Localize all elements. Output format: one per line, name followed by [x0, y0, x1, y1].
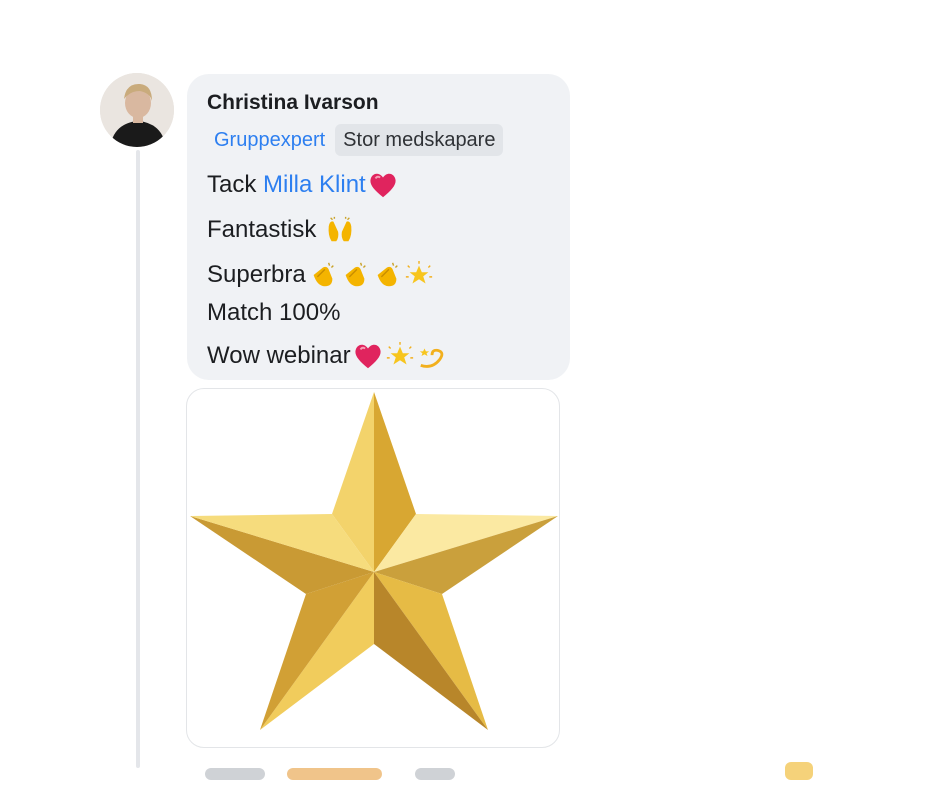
- clapping-hands-icon: [372, 260, 402, 290]
- author-badges: Gruppexpert Stor medskapare: [212, 124, 552, 156]
- reply-thread-line: [136, 150, 140, 768]
- raising-hands-icon: [325, 215, 355, 245]
- comment-author-name[interactable]: Christina Ivarson: [207, 90, 552, 116]
- mention-link[interactable]: Milla Klint: [263, 170, 366, 200]
- comment-line-5: Wow webinar: [207, 341, 552, 371]
- red-heart-icon: [368, 170, 398, 200]
- superbra-text: Superbra: [207, 261, 306, 288]
- next-comment-cutoff: [205, 760, 825, 788]
- attached-image[interactable]: [186, 388, 560, 748]
- fantastisk-text: Fantastisk: [207, 216, 324, 243]
- wow-webinar-text: Wow webinar: [207, 342, 351, 369]
- comment-line-4: Match 100%: [207, 299, 341, 326]
- comment-line-1: Tack Milla Klint: [207, 170, 552, 200]
- red-heart-icon: [353, 341, 383, 371]
- comment-bubble: Christina Ivarson Gruppexpert Stor medsk…: [187, 74, 570, 380]
- clapping-hands-icon: [340, 260, 370, 290]
- comment-line-2: Fantastisk: [207, 215, 552, 245]
- group-expert-badge[interactable]: Gruppexpert: [212, 124, 329, 156]
- clapping-hands-icon: [308, 260, 338, 290]
- top-contributor-badge[interactable]: Stor medskapare: [335, 124, 504, 156]
- dizzy-icon: [417, 341, 447, 371]
- glowing-star-icon: [404, 260, 434, 290]
- comment-line-3: Superbra: [207, 260, 552, 290]
- author-avatar[interactable]: [100, 73, 174, 147]
- avatar-photo: [100, 73, 174, 147]
- glowing-star-icon: [385, 341, 415, 371]
- gold-star-icon: [190, 392, 558, 730]
- thanks-text: Tack: [207, 171, 264, 198]
